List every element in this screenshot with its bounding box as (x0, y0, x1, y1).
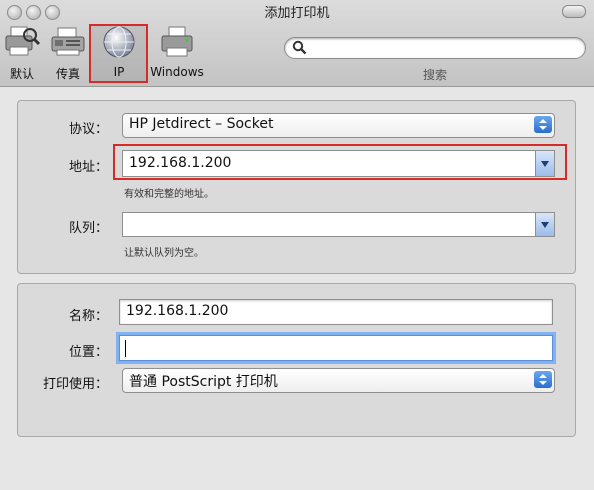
search-icon (292, 40, 307, 59)
default-printer-icon (2, 24, 42, 60)
name-value: 192.168.1.200 (126, 303, 229, 319)
address-hint: 有效和完整的地址。 (124, 189, 214, 200)
name-field[interactable]: 192.168.1.200 (119, 299, 553, 325)
address-label: 地址： (68, 160, 108, 175)
text-cursor (125, 340, 126, 357)
up-down-arrows-icon (534, 371, 552, 388)
toolbar-ip-label: IP (113, 65, 125, 79)
toolbar-toggle-button[interactable] (562, 5, 586, 18)
toolbar-fax-label: 传真 (55, 67, 80, 81)
toolbar-default-button[interactable]: 默认 (2, 24, 42, 82)
queue-dropdown-button[interactable] (535, 213, 554, 236)
chevron-down-icon (541, 160, 549, 167)
address-dropdown-button[interactable] (535, 151, 554, 176)
toolbar-windows-button[interactable]: Windows (148, 24, 206, 82)
toolbar: 添加打印机 默认 传真 IP Windows 搜索 (0, 0, 594, 87)
chevron-down-icon (541, 221, 549, 228)
window-title: 添加打印机 (264, 6, 330, 21)
toolbar-windows-label: Windows (150, 65, 204, 79)
toolbar-default-label: 默认 (9, 67, 34, 81)
name-label: 名称： (68, 309, 108, 324)
protocol-popup[interactable]: HP Jetdirect – Socket (122, 113, 555, 138)
protocol-label: 协议： (68, 122, 108, 137)
print-using-label: 打印使用： (42, 377, 108, 392)
queue-hint: 让默认队列为空。 (124, 248, 204, 259)
address-combobox[interactable]: 192.168.1.200 (122, 150, 555, 177)
windows-printer-icon (157, 24, 197, 60)
fax-icon (48, 24, 88, 60)
search-field[interactable] (284, 37, 586, 59)
add-printer-window: 添加打印机 默认 传真 IP Windows 搜索 协议： HP Jetdire… (0, 0, 594, 490)
queue-combobox[interactable] (122, 212, 555, 237)
toolbar-ip-button[interactable]: IP (94, 24, 144, 82)
location-label: 位置： (68, 345, 108, 360)
search-input[interactable] (311, 39, 577, 57)
toolbar-fax-button[interactable]: 传真 (48, 24, 88, 82)
up-down-arrows-icon (534, 116, 552, 133)
protocol-value: HP Jetdirect – Socket (129, 116, 274, 132)
print-using-value: 普通 PostScript 打印机 (129, 374, 278, 390)
location-field[interactable] (119, 335, 553, 361)
search-label: 搜索 (422, 68, 447, 82)
print-using-popup[interactable]: 普通 PostScript 打印机 (122, 368, 555, 393)
address-value: 192.168.1.200 (129, 155, 232, 171)
ip-globe-icon (99, 24, 139, 60)
queue-label: 队列： (68, 221, 108, 236)
